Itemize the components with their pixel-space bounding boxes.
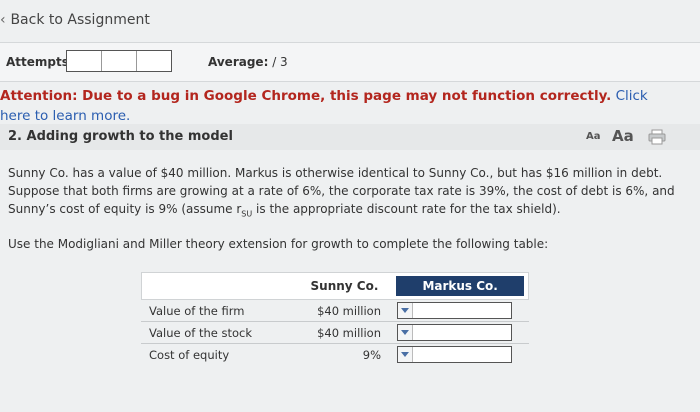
chevron-left-icon: ‹ — [0, 12, 6, 28]
answer-table: Sunny Co. Markus Co. Value of the firm $… — [141, 272, 529, 365]
table-row-cost-of-equity: Cost of equity 9% — [141, 344, 529, 365]
question-header: 2. Adding growth to the model Aa Aa — [0, 124, 700, 150]
font-size-small-button[interactable]: Aa — [586, 131, 601, 142]
row-label: Cost of equity — [149, 347, 230, 362]
attempt-box — [137, 51, 171, 71]
dropdown-arrow-icon — [398, 303, 413, 318]
markus-stock-value-dropdown[interactable] — [397, 324, 512, 341]
col-header-markus: Markus Co. — [396, 276, 524, 296]
question-title: 2. Adding growth to the model — [8, 129, 233, 144]
attention-notice: Attention: Due to a bug in Google Chrome… — [0, 86, 650, 126]
instruction-text: Use the Modigliani and Miller theory ext… — [8, 237, 549, 251]
dropdown-arrow-icon — [398, 347, 413, 362]
question-body: Sunny Co. has a value of $40 million. Ma… — [8, 164, 688, 223]
average-display: Average: / 3 — [208, 55, 288, 69]
sunny-value: 9% — [362, 347, 381, 362]
table-header: Sunny Co. Markus Co. — [141, 272, 529, 300]
table-row-firm-value: Value of the firm $40 million — [141, 300, 529, 322]
markus-cost-of-equity-dropdown[interactable] — [397, 346, 512, 363]
back-link-label: Back to Assignment — [10, 12, 150, 28]
font-size-large-button[interactable]: Aa — [612, 127, 634, 145]
sunny-value: $40 million — [317, 325, 381, 340]
attempt-box — [102, 51, 137, 71]
dropdown-arrow-icon — [398, 325, 413, 340]
row-label: Value of the firm — [149, 303, 245, 318]
attempt-box — [67, 51, 102, 71]
row-label: Value of the stock — [149, 325, 253, 340]
attention-warning: Attention: Due to a bug in Google Chrome… — [0, 88, 612, 104]
body-subscript: SU — [241, 209, 253, 219]
col-header-sunny: Sunny Co. — [310, 279, 379, 293]
table-row-stock-value: Value of the stock $40 million — [141, 322, 529, 344]
table-header-spacer — [142, 273, 301, 299]
attempts-label: Attempts: — [6, 55, 74, 69]
back-to-assignment-link[interactable]: ‹ Back to Assignment — [0, 12, 150, 28]
markus-firm-value-dropdown[interactable] — [397, 302, 512, 319]
attempts-bar: Attempts: Average: / 3 — [0, 42, 700, 82]
attempt-boxes — [66, 50, 172, 72]
average-label: Average: — [208, 55, 269, 69]
body-text-part2: is the appropriate discount rate for the… — [252, 202, 561, 216]
average-value: / 3 — [272, 55, 288, 69]
sunny-value: $40 million — [317, 303, 381, 318]
print-icon[interactable] — [648, 129, 666, 145]
